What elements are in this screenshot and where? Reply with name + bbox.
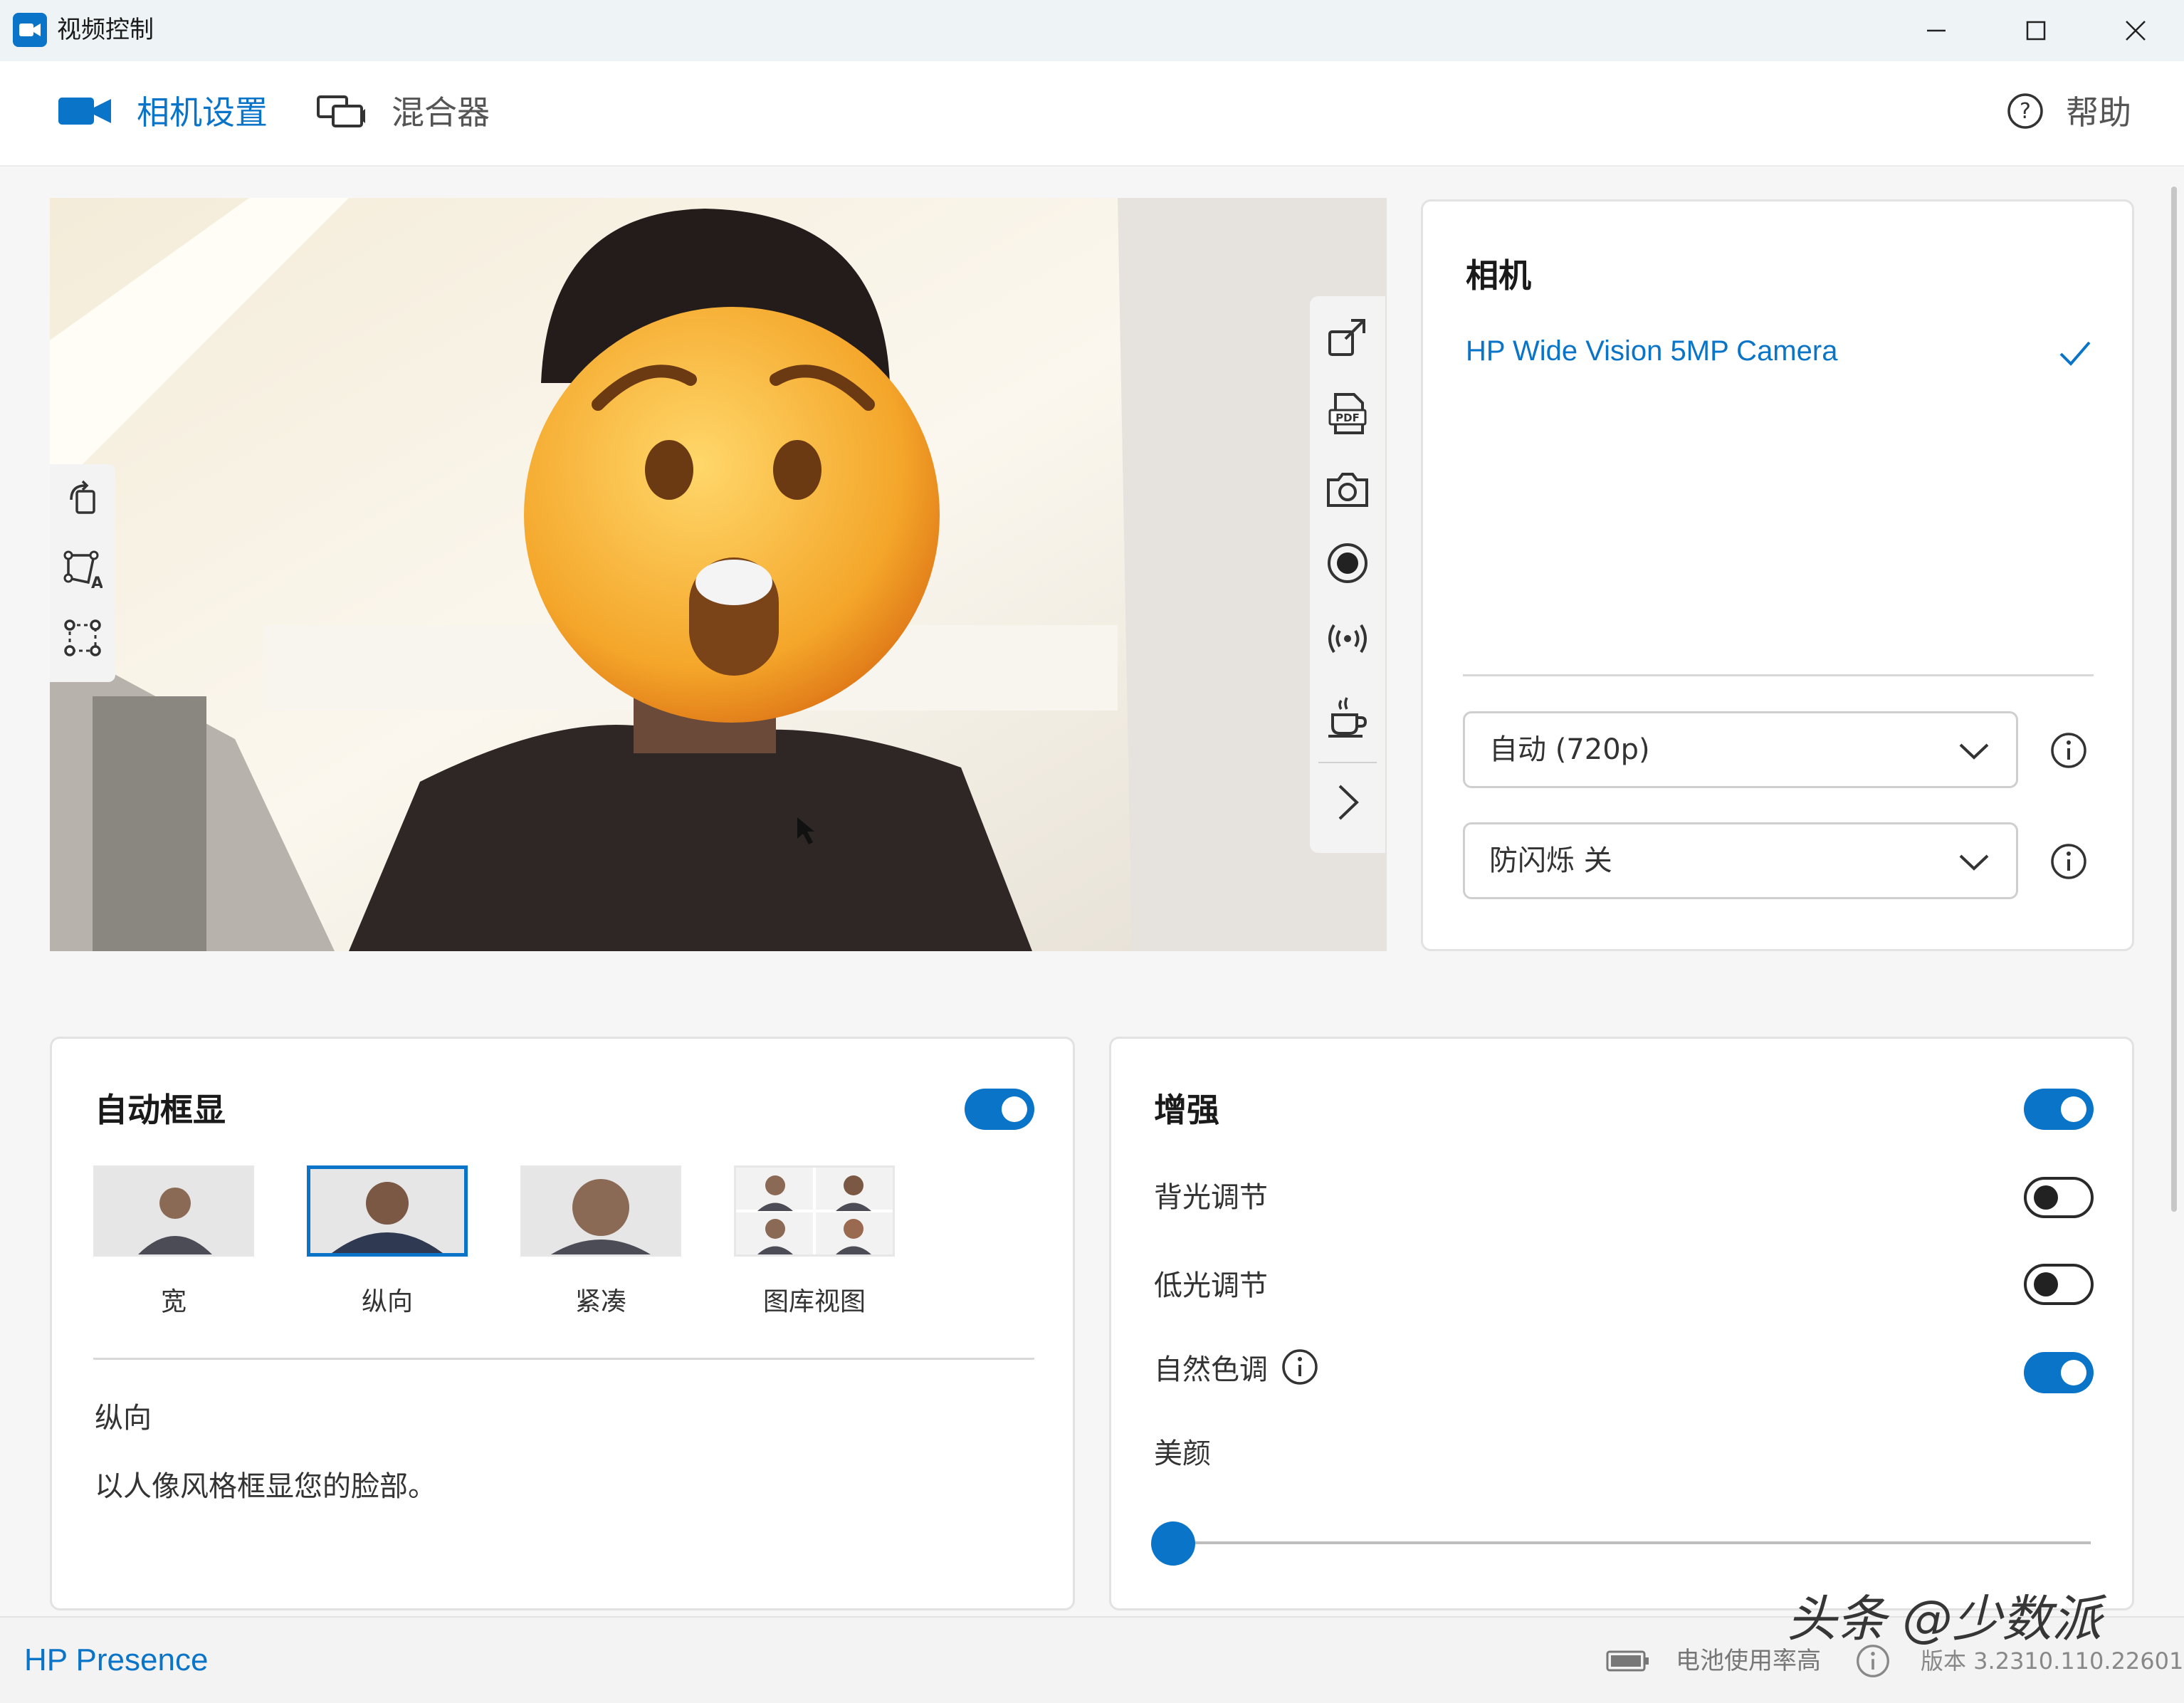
camera-snapshot-icon[interactable] xyxy=(1325,467,1370,514)
brand-label: HP Presence xyxy=(24,1642,209,1677)
minimize-button[interactable] xyxy=(1886,0,1986,61)
natural-tone-row: 自然色调 xyxy=(1154,1346,1319,1388)
resolution-value: 自动 (720p) xyxy=(1489,733,1650,766)
auto-frame-toggle[interactable] xyxy=(965,1089,1034,1130)
backlight-label: 背光调节 xyxy=(1154,1181,1268,1214)
natural-tone-info-icon[interactable] xyxy=(1281,1348,1319,1386)
svg-text:PDF: PDF xyxy=(1335,412,1360,424)
tab-mixer[interactable]: 混合器 xyxy=(316,91,490,134)
camera-card: 相机 HP Wide Vision 5MP Camera 自动 (720p) 防… xyxy=(1421,199,2134,951)
frame-option-label: 图库视图 xyxy=(762,1287,866,1316)
frame-description: 以人像风格框显您的脸部。 xyxy=(95,1470,436,1503)
transform-icon[interactable]: A xyxy=(63,550,103,592)
auto-frame-divider xyxy=(93,1358,1034,1360)
rotate-icon[interactable] xyxy=(63,478,103,521)
frame-option-portrait[interactable]: 纵向 xyxy=(307,1165,468,1318)
enhance-toggle[interactable] xyxy=(2024,1089,2094,1130)
right-toolbar: PDF xyxy=(1310,296,1385,853)
lowlight-toggle[interactable] xyxy=(2024,1264,2094,1305)
natural-tone-toggle[interactable] xyxy=(2024,1352,2094,1393)
lowlight-label: 低光调节 xyxy=(1154,1269,1268,1302)
battery-icon xyxy=(1606,1649,1650,1676)
popout-icon[interactable] xyxy=(1325,316,1370,363)
flicker-value: 防闪烁 关 xyxy=(1489,844,1612,877)
camera-heading: 相机 xyxy=(1466,256,1531,295)
camera-feed-image xyxy=(50,198,1387,951)
frame-option-label: 纵向 xyxy=(361,1287,413,1316)
svg-text:?: ? xyxy=(2020,99,2031,124)
pdf-icon[interactable]: PDF xyxy=(1325,392,1370,439)
watermark: 头条 @少数派 xyxy=(1787,1590,2102,1648)
help-link[interactable]: ? 帮助 xyxy=(2006,91,2131,134)
auto-frame-card: 自动框显 宽 纵向 紧凑 图库视图 纵向 以人像风格框显您的脸部。 xyxy=(50,1037,1075,1610)
video-camera-icon xyxy=(57,93,112,132)
enhance-heading: 增强 xyxy=(1154,1091,1219,1129)
record-icon[interactable] xyxy=(1325,541,1370,588)
mixer-icon xyxy=(316,93,366,132)
flicker-dropdown[interactable]: 防闪烁 关 xyxy=(1463,822,2018,899)
crop-points-icon[interactable] xyxy=(63,618,103,661)
camera-divider xyxy=(1463,674,2094,676)
beauty-slider[interactable] xyxy=(1151,1517,2095,1567)
svg-text:A: A xyxy=(91,575,103,590)
coffee-break-icon[interactable] xyxy=(1325,695,1370,742)
frame-thumb-wide xyxy=(93,1165,254,1257)
chevron-down-icon xyxy=(1958,846,1990,881)
enhance-card: 增强 背光调节 低光调节 自然色调 美颜 xyxy=(1109,1037,2134,1610)
frame-option-label: 宽 xyxy=(160,1287,187,1316)
beauty-slider-track xyxy=(1172,1541,2091,1544)
tab-camera-settings-label: 相机设置 xyxy=(137,93,268,132)
frame-option-wide[interactable]: 宽 xyxy=(93,1165,254,1318)
title-bar: 视频控制 xyxy=(0,0,2184,61)
help-label: 帮助 xyxy=(2066,93,2131,132)
natural-tone-label: 自然色调 xyxy=(1154,1353,1268,1386)
beauty-label: 美颜 xyxy=(1154,1437,1211,1470)
flicker-info-icon[interactable] xyxy=(2049,842,2088,884)
help-icon: ? xyxy=(2006,92,2044,133)
chevron-right-icon[interactable] xyxy=(1330,780,1365,827)
tab-mixer-label: 混合器 xyxy=(392,93,490,132)
chevron-down-icon xyxy=(1958,735,1990,770)
frame-thumb-portrait xyxy=(307,1165,468,1257)
left-toolbar: A xyxy=(50,464,115,682)
camera-list-item[interactable]: HP Wide Vision 5MP Camera xyxy=(1466,330,2092,401)
beauty-slider-thumb[interactable] xyxy=(1151,1521,1195,1566)
close-button[interactable] xyxy=(2086,0,2184,61)
frame-thumb-gallery xyxy=(734,1165,895,1257)
frame-description-title: 纵向 xyxy=(95,1402,152,1435)
maximize-button[interactable] xyxy=(1986,0,2086,61)
auto-frame-heading: 自动框显 xyxy=(95,1091,226,1129)
app-icon xyxy=(13,13,47,47)
camera-name: HP Wide Vision 5MP Camera xyxy=(1466,335,1838,367)
toolbar-divider xyxy=(1318,762,1377,763)
broadcast-icon[interactable] xyxy=(1325,617,1370,664)
window-title: 视频控制 xyxy=(57,16,154,44)
frame-option-label: 紧凑 xyxy=(574,1287,626,1316)
frame-option-tight[interactable]: 紧凑 xyxy=(520,1165,681,1318)
video-preview[interactable] xyxy=(50,198,1387,951)
resolution-dropdown[interactable]: 自动 (720p) xyxy=(1463,711,2018,788)
tab-camera-settings[interactable]: 相机设置 xyxy=(57,91,268,134)
frame-thumb-tight xyxy=(520,1165,681,1257)
resolution-info-icon[interactable] xyxy=(2049,731,2088,772)
backlight-toggle[interactable] xyxy=(2024,1177,2094,1218)
checkmark-icon xyxy=(2058,335,2092,372)
frame-option-gallery[interactable]: 图库视图 xyxy=(734,1165,895,1318)
scrollbar[interactable] xyxy=(2171,187,2177,1212)
